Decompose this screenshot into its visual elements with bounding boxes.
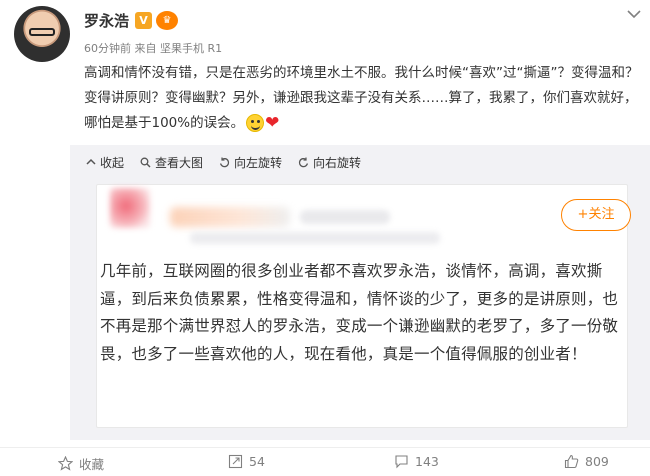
blurred-avatar (110, 188, 150, 228)
view-large-label: 查看大图 (155, 155, 204, 170)
favorite-button[interactable]: 收藏 (58, 454, 104, 473)
rotate-left-button[interactable]: 向左旋转 (219, 154, 282, 171)
avatar[interactable] (14, 6, 70, 62)
post-body: 高调和情怀没有错，只是在恶劣的环境里水土不服。我什么时候“喜欢”过“撕逼”？变得… (84, 65, 639, 131)
verified-badge-icon[interactable]: V (135, 12, 152, 29)
view-large-button[interactable]: 查看大图 (140, 154, 203, 171)
smile-emoji-icon (246, 114, 265, 132)
rotate-left-icon (219, 157, 230, 167)
rotate-right-icon (298, 157, 309, 167)
repost-button[interactable]: 54 (228, 454, 265, 469)
action-bar: 收藏 54 143 809 (0, 447, 650, 476)
magnifier-icon (140, 157, 151, 167)
quoted-post-text: 几年前，互联网圈的很多创业者都不喜欢罗永浩，谈情怀，高调，喜欢撕逼，到后来负债累… (100, 262, 619, 363)
rotate-right-label: 向右旋转 (313, 155, 362, 170)
comment-button[interactable]: 143 (394, 454, 439, 469)
blurred-meta (190, 232, 440, 244)
star-icon (58, 456, 73, 471)
chevron-down-icon[interactable] (626, 8, 642, 20)
like-count: 809 (585, 454, 609, 469)
collapse-icon (86, 158, 96, 165)
avatar-glasses-detail (29, 28, 55, 36)
follow-button[interactable]: +关注 (561, 199, 631, 231)
blurred-username (170, 207, 290, 227)
post-text: 高调和情怀没有错，只是在恶劣的环境里水土不服。我什么时候“喜欢”过“撕逼”？变得… (84, 61, 644, 136)
image-toolbar: 收起 查看大图 向左旋转 向右旋转 (86, 153, 377, 171)
rotate-right-button[interactable]: 向右旋转 (298, 154, 361, 171)
collapse-button[interactable]: 收起 (86, 154, 124, 171)
favorite-label: 收藏 (79, 457, 105, 472)
thumbs-up-icon (564, 454, 579, 469)
username[interactable]: 罗永浩 (84, 10, 129, 31)
repost-icon (228, 454, 243, 469)
heart-emoji-icon: ❤ (265, 113, 280, 133)
rotate-left-label: 向左旋转 (234, 155, 283, 170)
member-crown-icon[interactable]: ♛ (156, 11, 178, 30)
comment-icon (395, 455, 408, 469)
comment-count: 143 (415, 454, 439, 469)
collapse-label: 收起 (100, 155, 125, 170)
repost-count: 54 (249, 454, 265, 469)
blurred-badge (300, 210, 390, 224)
post-meta: 60分钟前 来自 坚果手机 R1 (84, 42, 223, 55)
like-button[interactable]: 809 (564, 454, 609, 469)
